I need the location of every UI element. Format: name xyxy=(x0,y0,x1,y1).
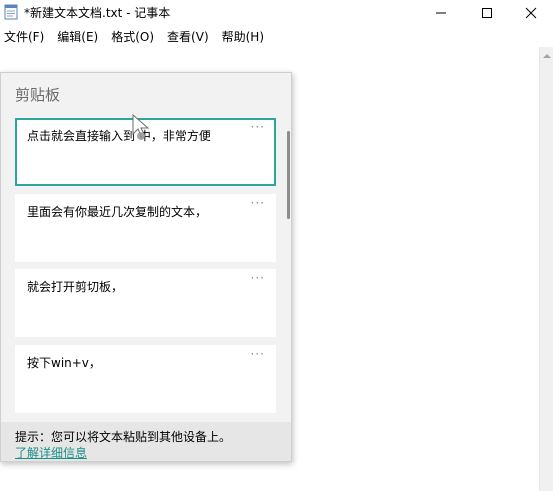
more-options-icon[interactable]: ··· xyxy=(251,120,265,134)
maximize-button[interactable] xyxy=(464,0,510,25)
clipboard-list: 点击就会直接输入到 中，非常方便 ··· 里面会有你最近几次复制的文本， ···… xyxy=(15,118,277,414)
menu-file[interactable]: 文件(F) xyxy=(4,28,44,45)
clipboard-header: 剪贴板 xyxy=(15,86,61,104)
notepad-icon xyxy=(4,4,18,20)
clipboard-item-text: 按下win+v， xyxy=(27,356,101,370)
clipboard-item[interactable]: 按下win+v， ··· xyxy=(15,345,276,413)
minimize-icon xyxy=(436,12,446,13)
menu-edit[interactable]: 编辑(E) xyxy=(57,28,98,45)
menu-view[interactable]: 查看(V) xyxy=(167,28,209,45)
close-icon xyxy=(525,7,537,18)
clipboard-item-text: 里面会有你最近几次复制的文本， xyxy=(27,205,208,219)
menu-help[interactable]: 帮助(H) xyxy=(222,28,264,45)
title-bar: *新建文本文档.txt - 记事本 xyxy=(0,0,553,25)
clipboard-item[interactable]: 里面会有你最近几次复制的文本， ··· xyxy=(15,194,276,262)
scroll-up-icon[interactable] xyxy=(543,54,551,58)
maximize-icon xyxy=(482,7,492,18)
minimize-button[interactable] xyxy=(418,0,464,25)
clipboard-item[interactable]: 就会打开剪切板， ··· xyxy=(15,269,276,337)
more-options-icon[interactable]: ··· xyxy=(251,347,265,361)
clipboard-footer: 提示：您可以将文本粘贴到其他设备上。 了解详细信息 xyxy=(1,422,291,461)
clipboard-tip: 提示：您可以将文本粘贴到其他设备上。 xyxy=(15,430,232,444)
more-options-icon[interactable]: ··· xyxy=(251,196,265,210)
editor-scrollbar[interactable] xyxy=(539,47,553,491)
menu-bar: 文件(F) 编辑(E) 格式(O) 查看(V) 帮助(H) xyxy=(0,25,553,47)
window-title: *新建文本文档.txt - 记事本 xyxy=(24,6,171,20)
mouse-cursor-icon xyxy=(132,114,150,140)
learn-more-link[interactable]: 了解详细信息 xyxy=(15,444,87,461)
close-button[interactable] xyxy=(508,0,553,25)
menu-format[interactable]: 格式(O) xyxy=(111,28,154,45)
clipboard-item-text: 就会打开剪切板， xyxy=(27,280,124,294)
more-options-icon[interactable]: ··· xyxy=(251,271,265,285)
clipboard-scrollbar[interactable] xyxy=(287,131,290,219)
